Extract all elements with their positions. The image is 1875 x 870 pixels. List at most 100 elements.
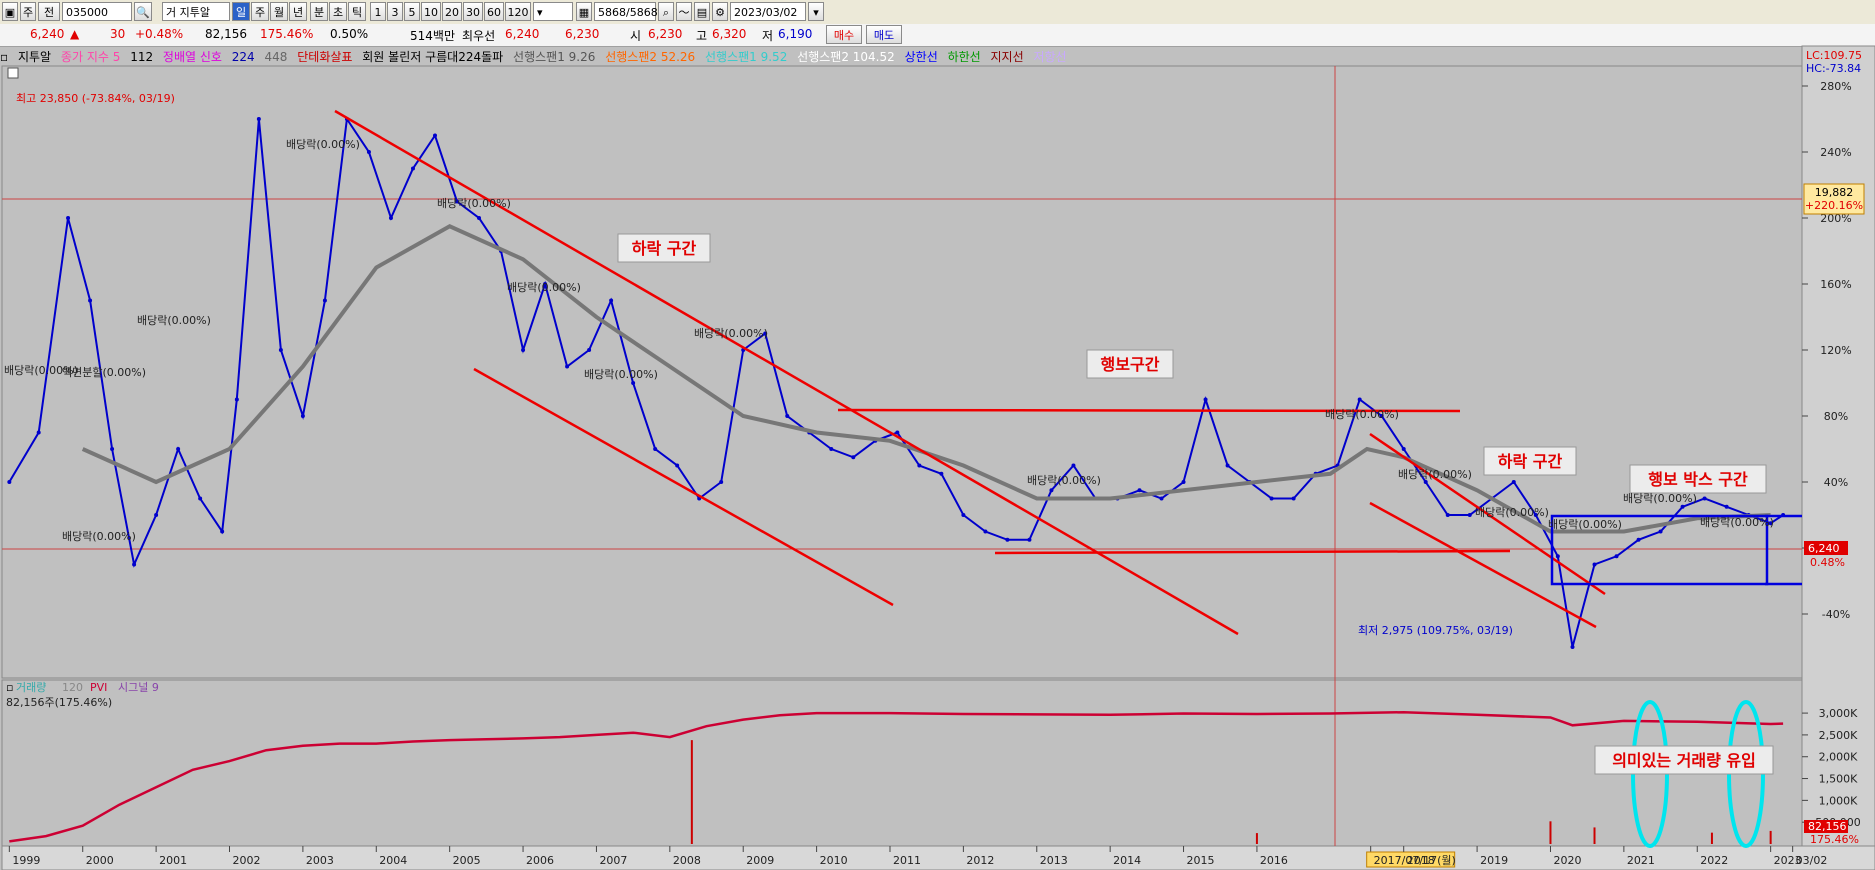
dividend-label: 배당락(0.00%)	[694, 327, 768, 340]
x-tick-label: 2011	[893, 854, 921, 867]
series-point	[675, 463, 680, 468]
y-tick-label: 280%	[1820, 80, 1851, 93]
series-point	[1724, 504, 1729, 509]
annotation-decline-2: 하락 구간	[1498, 452, 1563, 471]
series-point	[88, 298, 93, 303]
dividend-label: 배당락(0.00%)	[1027, 474, 1101, 487]
annotation-box-range: 행보 박스 구간	[1648, 470, 1748, 489]
volume-tick-label: 2,000K	[1819, 751, 1858, 764]
volume-legend-item[interactable]: 거래량	[16, 681, 46, 694]
y-tick-label: 80%	[1824, 410, 1848, 423]
series-point	[1137, 488, 1142, 493]
x-tick-label: 2005	[453, 854, 481, 867]
series-point	[1614, 554, 1619, 559]
y-tick-label: 40%	[1824, 476, 1848, 489]
series-point	[1680, 504, 1685, 509]
volume-tick-label: 3,000K	[1819, 707, 1858, 720]
series-point	[631, 381, 636, 385]
x-tick-label: 2001	[159, 854, 187, 867]
series-point	[1291, 496, 1296, 501]
x-tick-label: 2021	[1627, 854, 1655, 867]
series-point	[521, 348, 526, 352]
series-line-0	[8, 116, 1784, 648]
series-point	[917, 463, 922, 468]
series-point	[1269, 496, 1274, 501]
series-point	[961, 513, 966, 517]
x-tick-label: 2015	[1187, 854, 1215, 867]
dividend-label: 배당락(0.00%)	[1548, 518, 1622, 531]
series-point	[1445, 513, 1450, 517]
lc-label: LC:109.75	[1806, 49, 1862, 62]
series-point	[432, 133, 437, 138]
y-axis-panel	[1801, 45, 1875, 847]
current-price-axis-value: 6,240	[1808, 542, 1840, 555]
support-line	[994, 549, 1511, 555]
volume-legend-item[interactable]: 120	[62, 681, 83, 694]
volume-layer	[9, 710, 1784, 844]
dividend-label: 배당락(0.00%)	[1475, 506, 1549, 519]
volume-tick-label: 1,500K	[1819, 773, 1858, 786]
y-tick-label: -40%	[1822, 608, 1850, 621]
series-point	[1636, 537, 1641, 542]
max-price-label: 최고 23,850 (-73.84%, 03/19)	[16, 92, 175, 105]
hc-label: HC:-73.84	[1806, 62, 1861, 75]
series-point	[653, 447, 658, 451]
series-point	[1401, 447, 1406, 451]
grid-toggle-icon[interactable]	[7, 67, 19, 79]
series-point	[154, 513, 159, 517]
series-point	[1511, 480, 1516, 484]
series-point	[1357, 397, 1362, 402]
series-point	[278, 348, 283, 352]
series-point	[829, 447, 834, 451]
x-tick-label: 2018	[1407, 854, 1435, 867]
series-point	[895, 430, 900, 435]
x-tick-label: 2008	[673, 854, 701, 867]
x-tick-label: 2019	[1480, 854, 1508, 867]
series-point	[256, 117, 261, 121]
x-tick-label: 2022	[1700, 854, 1728, 867]
annotation-decline-1: 하락 구간	[632, 239, 697, 258]
series-point	[110, 447, 115, 451]
x-axis-panel	[1, 845, 1875, 870]
y-tick-label: 160%	[1820, 278, 1851, 291]
dividend-label: 배당락(0.00%)	[4, 364, 78, 377]
volume-tick-label: 1,000K	[1819, 794, 1858, 807]
series-point	[176, 447, 181, 451]
x-tick-label: 2009	[746, 854, 774, 867]
x-tick-label: 2013	[1040, 854, 1068, 867]
dividend-label: 배당락(0.00%)	[62, 530, 136, 543]
pvi-line	[9, 710, 1784, 843]
dividend-label: 배당락(0.00%)	[437, 197, 511, 210]
series-layer	[7, 116, 1786, 649]
current-volume-pct: 175.46%	[1810, 833, 1859, 846]
x-tick-label: 2006	[526, 854, 554, 867]
price-chart[interactable]: 하락 구간 행보구간 하락 구간 행보 박스 구간 최고 23,850 (-73…	[0, 0, 1875, 870]
series-point	[939, 471, 944, 476]
crosshair-value: 19,882	[1815, 186, 1854, 199]
crosshair-pct: +220.16%	[1805, 199, 1863, 212]
series-point	[587, 348, 592, 352]
series-point	[198, 496, 203, 501]
volume-legend-item[interactable]: PVI	[90, 681, 107, 694]
dividend-label: 배당락(0.00%)	[137, 314, 211, 327]
volume-tick-label: 2,500K	[1819, 729, 1858, 742]
series-point	[1181, 480, 1186, 484]
series-point	[1225, 463, 1230, 468]
series-point	[300, 414, 305, 418]
x-tick-label: 2012	[966, 854, 994, 867]
series-point	[1592, 562, 1597, 567]
volume-legend-marker-icon: ▫	[6, 681, 13, 694]
series-point	[7, 480, 12, 484]
volume-legend-item[interactable]: 시그널 9	[118, 681, 159, 694]
series-point	[1555, 554, 1560, 559]
series-point	[785, 414, 790, 418]
series-point	[66, 216, 71, 220]
series-point	[1467, 513, 1472, 517]
x-tick-label: 2014	[1113, 854, 1141, 867]
dividend-label: 배당락(0.00%)	[286, 138, 360, 151]
series-point	[410, 166, 415, 171]
x-tick-label: 1999	[12, 854, 40, 867]
x-tick-label: 2000	[86, 854, 114, 867]
x-tick-label: 2002	[233, 854, 261, 867]
x-tick-label: 2007	[599, 854, 627, 867]
